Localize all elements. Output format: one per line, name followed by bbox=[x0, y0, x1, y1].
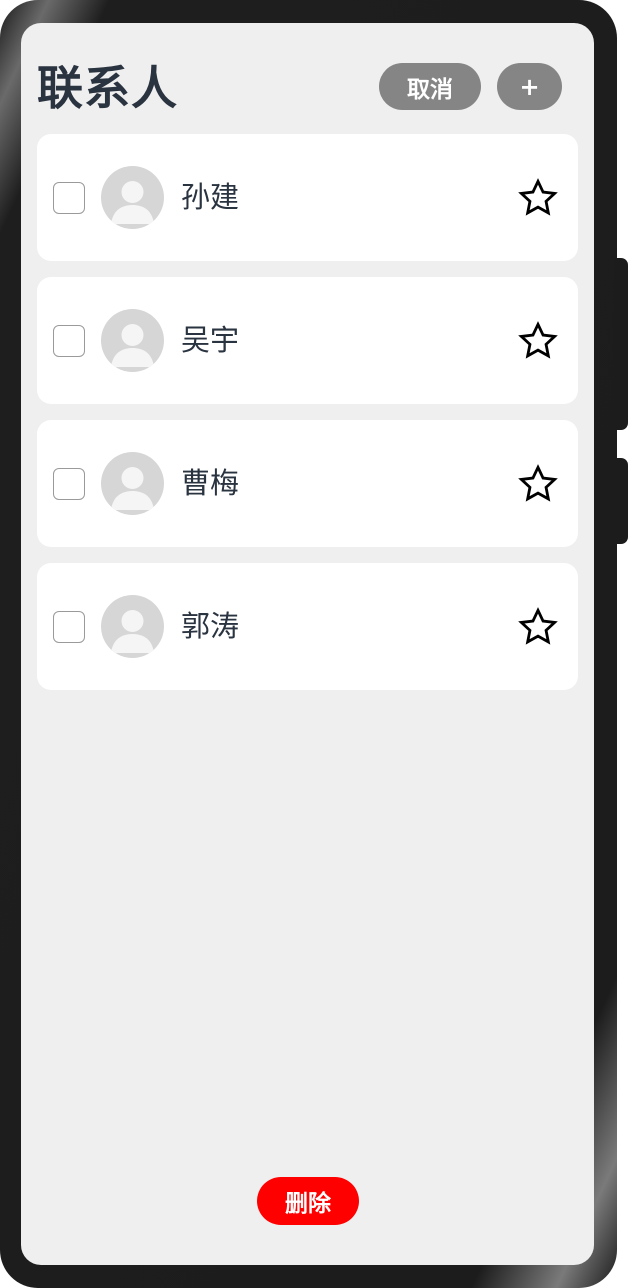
phone-side-button-power bbox=[614, 458, 628, 544]
contact-card[interactable]: 郭涛 bbox=[37, 563, 578, 690]
star-outline-icon[interactable] bbox=[517, 177, 559, 219]
select-checkbox[interactable] bbox=[53, 468, 85, 500]
contact-list: 孙建 吴宇 曹梅 郭涛 bbox=[37, 134, 578, 706]
delete-button[interactable]: 删除 bbox=[257, 1177, 359, 1225]
phone-side-button-volume bbox=[614, 258, 628, 430]
select-checkbox[interactable] bbox=[53, 182, 85, 214]
person-avatar-icon bbox=[101, 166, 164, 229]
person-avatar-icon bbox=[101, 452, 164, 515]
contact-name: 曹梅 bbox=[181, 466, 240, 500]
contact-name: 孙建 bbox=[181, 180, 240, 214]
contact-card[interactable]: 孙建 bbox=[37, 134, 578, 261]
app-screen: 联系人 取消 + 孙建 吴宇 曹梅 郭涛 删除 bbox=[21, 23, 594, 1265]
select-checkbox[interactable] bbox=[53, 325, 85, 357]
select-checkbox[interactable] bbox=[53, 611, 85, 643]
person-avatar-icon bbox=[101, 309, 164, 372]
star-outline-icon[interactable] bbox=[517, 606, 559, 648]
contact-name: 郭涛 bbox=[181, 609, 240, 643]
header: 联系人 取消 + bbox=[21, 23, 594, 133]
contact-name: 吴宇 bbox=[181, 323, 240, 357]
cancel-button[interactable]: 取消 bbox=[379, 63, 481, 110]
contact-card[interactable]: 曹梅 bbox=[37, 420, 578, 547]
person-avatar-icon bbox=[101, 595, 164, 658]
add-contact-button[interactable]: + bbox=[497, 63, 562, 110]
star-outline-icon[interactable] bbox=[517, 320, 559, 362]
page-title: 联系人 bbox=[37, 61, 178, 115]
contact-card[interactable]: 吴宇 bbox=[37, 277, 578, 404]
star-outline-icon[interactable] bbox=[517, 463, 559, 505]
